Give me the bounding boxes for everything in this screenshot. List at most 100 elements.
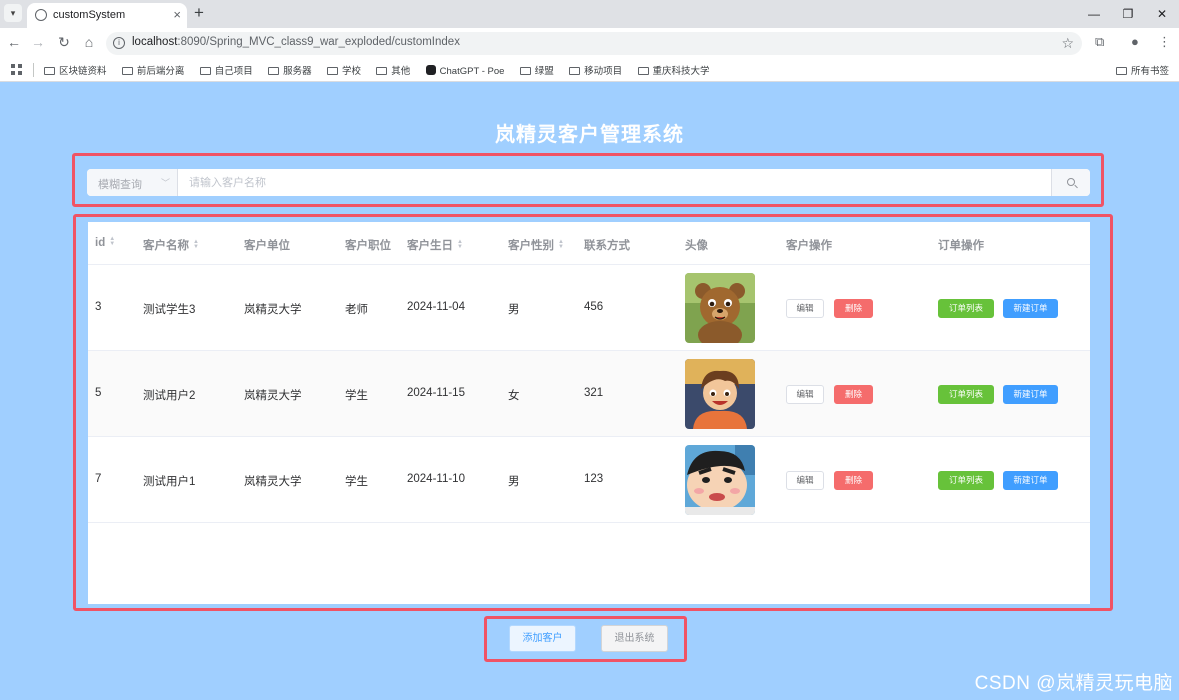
bookmark-label: 绿盟: [534, 66, 554, 77]
bookmark-folder[interactable]: 服务器: [268, 63, 312, 77]
table-row: 5 测试用户2 岚精灵大学 学生 2024-11-15 女 321 编辑 删除 …: [88, 351, 1090, 437]
all-bookmarks-label: 所有书签: [1130, 66, 1169, 77]
new-order-button[interactable]: 新建订单: [1003, 471, 1058, 490]
new-tab-icon[interactable]: +: [194, 3, 204, 23]
reload-icon[interactable]: ↻: [55, 34, 73, 51]
cell-position: 老师: [345, 304, 368, 316]
tab-search-icon[interactable]: ▾: [4, 4, 22, 22]
folder-icon: [44, 67, 55, 75]
header-contact: 联系方式: [584, 240, 630, 252]
folder-icon: [121, 67, 133, 75]
folder-icon: [569, 67, 581, 75]
cell-name: 测试用户1: [143, 476, 196, 488]
header-company: 客户单位: [244, 240, 290, 252]
bookmark-folder[interactable]: 重庆科技大学: [637, 63, 710, 77]
new-order-button[interactable]: 新建订单: [1003, 299, 1058, 318]
cell-id: 3: [95, 301, 102, 313]
cell-name: 测试用户2: [143, 390, 196, 402]
cell-company: 岚精灵大学: [244, 476, 302, 488]
search-mode-value: 模糊查询: [98, 179, 142, 191]
close-tab-icon[interactable]: ×: [173, 7, 181, 22]
header-name[interactable]: 客户名称 ▲ ▼: [143, 237, 199, 253]
profile-icon[interactable]: ●: [1131, 34, 1139, 49]
page-title: 岚精灵客户管理系统: [495, 124, 684, 146]
bookmark-folder[interactable]: 移动项目: [569, 63, 622, 77]
table-header: id ▲ ▼ 客户名称 ▲ ▼ 客户单位 客户职位 客户生日 ▲ ▼ 客户性别 ▲ ▼ 联系方式…: [88, 222, 1090, 265]
header-birthday-label: 客户生日: [407, 240, 453, 252]
sort-icon[interactable]: ▲ ▼: [193, 239, 199, 250]
cell-gender: 男: [508, 476, 520, 488]
bookmarks-divider: [33, 63, 34, 77]
window-controls: — ❐ ✕: [1077, 0, 1179, 28]
cell-contact: 321: [584, 387, 604, 399]
header-name-label: 客户名称: [143, 240, 189, 252]
header-position: 客户职位: [345, 240, 391, 252]
bookmark-folder[interactable]: 其他: [376, 63, 410, 77]
bookmark-label: 学校: [341, 66, 361, 77]
back-icon[interactable]: ←: [5, 34, 23, 50]
bookmark-label: 区块链资料: [59, 66, 107, 77]
header-gender-label: 客户性别: [508, 240, 554, 252]
header-gender[interactable]: 客户性别 ▲ ▼: [508, 237, 564, 253]
header-id[interactable]: id ▲ ▼: [95, 236, 115, 249]
header-order-actions: 订单操作: [938, 240, 984, 252]
cell-id: 7: [95, 473, 102, 485]
close-window-icon[interactable]: ✕: [1145, 0, 1179, 28]
bookmark-label: 其他: [391, 66, 411, 77]
extensions-icon[interactable]: ⧉: [1095, 34, 1104, 50]
apps-grid-icon[interactable]: [11, 64, 22, 75]
edit-button[interactable]: 编辑: [786, 385, 824, 404]
edit-button[interactable]: 编辑: [786, 299, 824, 318]
new-order-button[interactable]: 新建订单: [1003, 385, 1058, 404]
bookmark-folder[interactable]: 学校: [326, 63, 361, 77]
url-host: localhost: [132, 36, 178, 48]
bookmark-folder[interactable]: 自己项目: [199, 63, 253, 77]
folder-icon: [199, 67, 211, 75]
customer-table: id ▲ ▼ 客户名称 ▲ ▼ 客户单位 客户职位 客户生日 ▲ ▼ 客户性别 ▲ ▼ 联系方式…: [88, 222, 1090, 604]
order-list-button[interactable]: 订单列表: [938, 471, 994, 490]
cell-contact: 456: [584, 301, 604, 313]
exit-system-button[interactable]: 退出系统: [601, 625, 668, 652]
search-button[interactable]: [1051, 169, 1090, 196]
order-list-button[interactable]: 订单列表: [938, 385, 994, 404]
add-customer-button[interactable]: 添加客户: [509, 625, 576, 652]
forward-icon[interactable]: →: [29, 34, 47, 50]
url-text[interactable]: localhost:8090/Spring_MVC_class9_war_exp…: [132, 36, 460, 48]
url-path: :8090/Spring_MVC_class9_war_exploded/cus…: [177, 36, 460, 48]
cell-id: 5: [95, 387, 102, 399]
search-mode-select[interactable]: 模糊查询 ﹀: [87, 169, 178, 196]
sort-icon[interactable]: ▲ ▼: [558, 239, 564, 250]
search-input[interactable]: [179, 169, 1050, 196]
header-birthday[interactable]: 客户生日 ▲ ▼: [407, 237, 463, 253]
header-id-label: id: [95, 237, 106, 249]
bookmark-folder[interactable]: 区块链资料: [44, 63, 107, 77]
sort-icon[interactable]: ▲ ▼: [109, 236, 115, 247]
info-icon[interactable]: i: [113, 37, 125, 49]
browser-tab[interactable]: customSystem ×: [27, 3, 187, 28]
menu-kebab-icon[interactable]: ⋮: [1158, 34, 1171, 50]
restore-icon[interactable]: ❐: [1111, 0, 1145, 28]
folder-icon: [637, 67, 649, 75]
browser-tabstrip: ▾ customSystem × + — ❐ ✕: [0, 0, 1179, 28]
bookmark-star-icon[interactable]: ☆: [1061, 35, 1074, 52]
sort-icon[interactable]: ▲ ▼: [457, 239, 463, 250]
bookmark-label: 前后端分离: [136, 66, 185, 77]
order-list-button[interactable]: 订单列表: [938, 299, 994, 318]
edit-button[interactable]: 编辑: [786, 471, 824, 490]
cell-name: 测试学生3: [143, 304, 196, 316]
bookmark-folder[interactable]: 前后端分离: [121, 63, 185, 77]
home-icon[interactable]: ⌂: [80, 34, 98, 50]
all-bookmarks[interactable]: 所有书签: [1115, 63, 1169, 77]
folder-icon: [268, 67, 280, 75]
delete-button[interactable]: 删除: [834, 385, 873, 404]
cell-company: 岚精灵大学: [244, 390, 302, 402]
bookmark-folder[interactable]: 绿盟: [519, 63, 554, 77]
delete-button[interactable]: 删除: [834, 471, 873, 490]
minimize-icon[interactable]: —: [1077, 0, 1111, 28]
delete-button[interactable]: 删除: [834, 299, 873, 318]
folder-icon: [326, 67, 338, 75]
cell-birthday: 2024-11-10: [407, 473, 465, 485]
bookmark-link[interactable]: ChatGPT - Poe: [425, 65, 504, 77]
address-bar[interactable]: i localhost:8090/Spring_MVC_class9_war_e…: [106, 32, 1082, 55]
folder-icon: [519, 67, 531, 75]
